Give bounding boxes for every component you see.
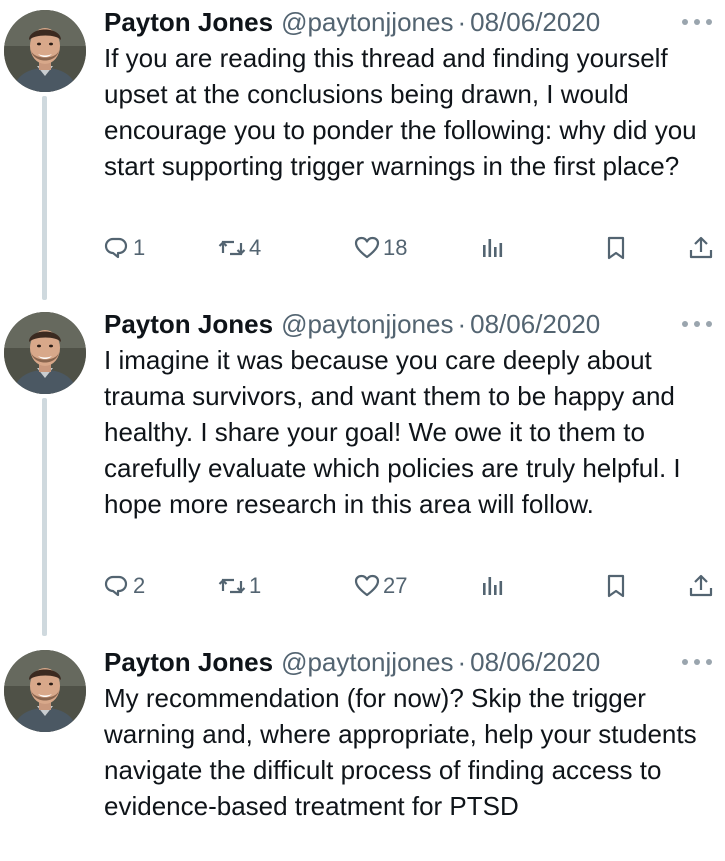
views-button[interactable] — [480, 233, 506, 263]
repost-count: 1 — [249, 573, 262, 598]
reply-button[interactable]: 2 — [104, 571, 145, 601]
tweet-header: Payton Jones @paytonjjones · 08/06/2020 — [104, 644, 600, 680]
more-icon[interactable] — [682, 656, 712, 668]
reply-icon — [104, 575, 128, 597]
views-icon — [483, 577, 503, 595]
author-handle[interactable]: @paytonjjones — [281, 647, 453, 678]
bookmark-button[interactable] — [604, 571, 630, 601]
tweet-date[interactable]: 08/06/2020 — [470, 309, 600, 340]
author-handle[interactable]: @paytonjjones — [281, 309, 453, 340]
like-button[interactable]: 27 — [354, 571, 407, 601]
repost-icon — [218, 240, 246, 256]
separator-dot: · — [457, 308, 467, 339]
tweet-text: My recommendation (for now)? Skip the tr… — [104, 683, 697, 821]
reply-icon — [104, 237, 128, 259]
reply-count: 1 — [133, 235, 146, 260]
like-button[interactable]: 18 — [354, 233, 407, 263]
heart-icon — [354, 574, 380, 597]
avatar[interactable] — [4, 312, 86, 394]
like-count: 27 — [383, 573, 408, 598]
repost-icon — [218, 578, 246, 594]
like-count: 18 — [383, 235, 408, 260]
tweet-date[interactable]: 08/06/2020 — [470, 7, 600, 38]
reply-count: 2 — [133, 573, 146, 598]
tweet-actions: 2 1 27 — [104, 571, 716, 601]
avatar[interactable] — [4, 650, 86, 732]
views-button[interactable] — [480, 571, 506, 601]
share-button[interactable] — [688, 233, 714, 263]
repost-button[interactable]: 1 — [218, 571, 261, 601]
tweet-3[interactable]: Payton Jones @paytonjjones · 08/06/2020 … — [0, 644, 725, 861]
avatar[interactable] — [4, 10, 86, 92]
separator-dot: · — [457, 6, 467, 37]
tweet-1[interactable]: Payton Jones @paytonjjones · 08/06/2020 … — [0, 4, 725, 300]
tweet-actions: 1 4 18 — [104, 233, 716, 263]
author-name[interactable]: Payton Jones — [104, 7, 273, 38]
views-icon — [483, 239, 503, 257]
thread-connector — [42, 398, 47, 636]
share-button[interactable] — [688, 571, 714, 601]
tweet-thread: Payton Jones @paytonjjones · 08/06/2020 … — [0, 0, 725, 861]
author-name[interactable]: Payton Jones — [104, 647, 273, 678]
tweet-header: Payton Jones @paytonjjones · 08/06/2020 — [104, 306, 600, 342]
more-icon[interactable] — [682, 16, 712, 28]
thread-connector — [42, 96, 47, 300]
separator-dot: · — [457, 646, 467, 677]
tweet-date[interactable]: 08/06/2020 — [470, 647, 600, 678]
tweet-2[interactable]: Payton Jones @paytonjjones · 08/06/2020 … — [0, 306, 725, 638]
heart-icon — [354, 236, 380, 259]
repost-count: 4 — [249, 235, 262, 260]
bookmark-button[interactable] — [604, 233, 630, 263]
share-icon — [689, 574, 713, 597]
bookmark-icon — [607, 236, 625, 260]
bookmark-icon — [607, 574, 625, 598]
repost-button[interactable]: 4 — [218, 233, 261, 263]
tweet-header: Payton Jones @paytonjjones · 08/06/2020 — [104, 4, 600, 40]
author-handle[interactable]: @paytonjjones — [281, 7, 453, 38]
author-name[interactable]: Payton Jones — [104, 309, 273, 340]
tweet-text: If you are reading this thread and findi… — [104, 43, 697, 181]
share-icon — [689, 236, 713, 259]
more-icon[interactable] — [682, 318, 712, 330]
tweet-text: I imagine it was because you care deeply… — [104, 345, 681, 519]
reply-button[interactable]: 1 — [104, 233, 145, 263]
